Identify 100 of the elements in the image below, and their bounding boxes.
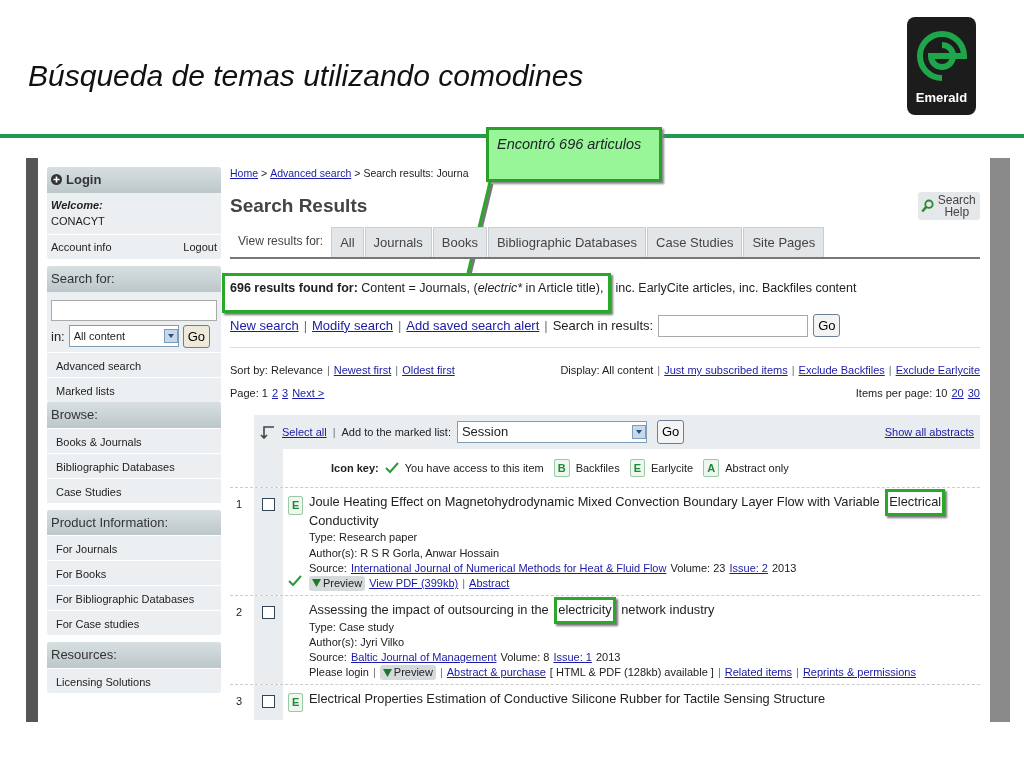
link[interactable]: Modify search	[312, 315, 393, 336]
content-badge: E	[629, 458, 646, 478]
link[interactable]: New search	[230, 315, 299, 336]
logout-link[interactable]: Logout	[183, 238, 217, 255]
tab[interactable]: Books	[432, 226, 487, 257]
separator: |	[791, 363, 795, 379]
welcome-label: Welcome:	[51, 197, 104, 213]
tab[interactable]: Journals	[364, 226, 432, 257]
help-button[interactable]: Search Help	[918, 192, 980, 221]
checkbox[interactable]	[262, 606, 275, 620]
link[interactable]: Related items	[724, 665, 792, 681]
slide-title: Búsqueda de temas utilizando comodines	[28, 58, 584, 94]
go-button[interactable]: Go	[182, 324, 211, 348]
login-header[interactable]: Login	[47, 167, 221, 193]
in-label: in:	[51, 327, 65, 346]
result-authors: Author(s): R S R Gorla, Anwar Hossain	[309, 545, 501, 561]
content-badge: A	[703, 458, 720, 478]
label: Sort by: Relevance	[230, 363, 323, 379]
add-label: Add to the marked list:	[341, 424, 451, 440]
legend-text: Backfiles	[575, 460, 620, 476]
link[interactable]: Issue: 1	[553, 649, 592, 666]
section-header: Product Information:	[47, 509, 221, 535]
marked-list-select[interactable]: Session	[456, 421, 647, 443]
result-title[interactable]: Assessing the impact of outsourcing in the electricity network industry	[309, 601, 980, 620]
tab[interactable]: Bibliographic Databases	[487, 226, 647, 257]
link[interactable]: Issue: 2	[729, 560, 768, 576]
label: Page: 1	[230, 385, 268, 401]
link[interactable]: Oldest first	[402, 362, 455, 379]
link[interactable]: Advanced search	[270, 166, 352, 192]
sidebar-item[interactable]: For Journals	[47, 535, 221, 560]
sidebar-item[interactable]: For Bibliographic Databases	[47, 585, 221, 610]
label: [ HTML & PDF (128kb) available ]	[549, 665, 714, 681]
sidebar-item[interactable]: Advanced search	[47, 352, 221, 377]
plus-icon	[51, 174, 62, 186]
link[interactable]: Just my subscribed items	[664, 362, 788, 379]
sidebar-item[interactable]: Bibliographic Databases	[47, 452, 221, 478]
caret-icon	[312, 579, 321, 588]
separator: |	[657, 363, 661, 379]
link[interactable]: 20	[951, 384, 964, 402]
sidebar-item[interactable]: For Books	[47, 560, 221, 585]
link[interactable]: Reprints & permissions	[802, 665, 916, 681]
label: Search results: Journa	[363, 166, 469, 181]
result-authors: Author(s): Jyri Vilko	[309, 634, 406, 650]
link[interactable]: Exclude Backfiles	[798, 362, 885, 379]
link[interactable]: Abstract	[469, 575, 510, 592]
link[interactable]: International Journal of Numerical Methods for Heat & Fluid Flow	[350, 560, 667, 576]
link[interactable]: Next >	[292, 384, 325, 402]
select-all-link[interactable]: Select all	[282, 423, 327, 441]
link[interactable]: 30	[967, 384, 980, 402]
link[interactable]: Baltic Journal of Management	[350, 649, 497, 666]
section-header: Browse:	[47, 402, 221, 428]
result-number: 3	[235, 694, 244, 710]
return-arrow-icon	[260, 425, 276, 439]
label: 2013	[772, 560, 797, 576]
search-field[interactable]	[51, 299, 217, 321]
link[interactable]: Home	[230, 166, 258, 192]
separator: |	[439, 665, 443, 681]
link[interactable]: Exclude Earlycite	[895, 362, 980, 379]
content-badge: B	[553, 458, 570, 478]
link[interactable]: Newest first	[333, 362, 392, 379]
go-button[interactable]: Go	[656, 420, 685, 444]
results-summary: 696 results found for: Content = Journals, (electric* in Article title), inc. EarlyCite articles, inc. Backfiles content	[230, 281, 857, 295]
link[interactable]: Abstract & purchase	[446, 665, 546, 681]
sidebar-item[interactable]: Books & Journals	[47, 427, 221, 453]
user-name: CONACYT	[51, 214, 106, 229]
content-badge: E	[288, 693, 304, 712]
sidebar-item[interactable]: Case Studies	[47, 477, 221, 503]
go-button[interactable]: Go	[813, 313, 841, 338]
label: >	[354, 166, 361, 181]
result-type: Type: Research paper	[309, 530, 419, 546]
result-title[interactable]: Electrical Properties Estimation of Conductive Silicone Rubber for Tactile Sensing Structure	[309, 690, 980, 709]
tab[interactable]: All	[331, 226, 364, 257]
tab[interactable]: Case Studies	[647, 226, 743, 257]
scope-select[interactable]: All content	[68, 325, 179, 348]
checkbox[interactable]	[262, 498, 275, 512]
separator: |	[717, 665, 721, 681]
result-title[interactable]: Joule Heating Effect on Magnetohydrodynamic Mixed Convection Boundary Layer Flow with Variable Electrical Conductivity	[309, 493, 980, 531]
separator: |	[372, 665, 376, 681]
link[interactable]: Add saved search alert	[406, 315, 540, 336]
show-abstracts-link[interactable]: Show all abstracts	[884, 423, 974, 441]
account-link[interactable]: Account info	[51, 238, 112, 255]
icon-key-label: Icon key:	[331, 460, 379, 476]
search-in-results-field[interactable]	[658, 314, 809, 337]
label: Volume: 8	[500, 649, 550, 665]
preview-button[interactable]: Preview	[379, 665, 436, 681]
link[interactable]: 3	[282, 384, 289, 402]
link[interactable]: 2	[271, 384, 279, 402]
sidebar-item[interactable]: For Case studies	[47, 610, 221, 635]
page-heading: Search Results	[230, 194, 368, 218]
separator: |	[462, 575, 466, 591]
separator: |	[303, 316, 308, 335]
result-number: 2	[235, 605, 244, 621]
link[interactable]: View PDF (399kb)	[369, 575, 459, 592]
tab[interactable]: Site Pages	[743, 226, 825, 257]
preview-button[interactable]: Preview	[309, 575, 366, 592]
tabs-label: View results for:	[237, 233, 325, 250]
label: Volume: 23	[670, 560, 726, 576]
checkbox[interactable]	[262, 695, 275, 709]
sidebar-item[interactable]: Licensing Solutions	[47, 667, 221, 693]
logo-text: Emerald	[915, 88, 968, 107]
